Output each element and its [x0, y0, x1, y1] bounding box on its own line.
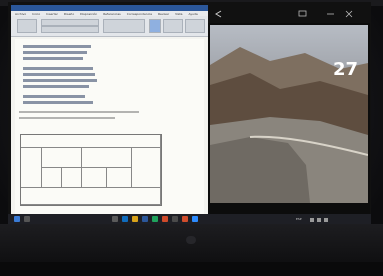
doc-text-line	[23, 85, 89, 88]
font-name-box[interactable]	[41, 19, 99, 26]
menu-home[interactable]: Inicio	[32, 12, 40, 16]
windows-taskbar: ESP	[8, 214, 371, 224]
menu-help[interactable]: Ayuda	[188, 12, 197, 16]
app-icon[interactable]	[182, 216, 188, 222]
paste-button[interactable]	[17, 19, 37, 33]
doc-text-line	[23, 57, 83, 60]
table-row	[21, 187, 161, 205]
powerpoint-icon[interactable]	[162, 216, 168, 222]
document-table	[20, 134, 162, 206]
styles-gallery[interactable]	[163, 19, 183, 33]
doc-heading-line	[19, 111, 139, 113]
tray-language[interactable]: ESP	[296, 217, 302, 221]
player-title-bar	[208, 5, 370, 23]
doc-text-line	[23, 101, 93, 104]
media-player-icon[interactable]	[172, 216, 178, 222]
paragraph-group[interactable]	[103, 19, 145, 33]
mountain-road-scene	[210, 47, 368, 203]
doc-text-line	[23, 79, 97, 82]
doc-text-line	[23, 51, 87, 54]
font-format-buttons[interactable]	[41, 26, 99, 33]
table-cell	[106, 167, 132, 188]
document-page[interactable]	[15, 39, 204, 215]
speed-readout: 27	[332, 59, 358, 80]
menu-file[interactable]: Archivo	[15, 12, 26, 16]
cast-icon[interactable]	[298, 10, 308, 18]
doc-heading-line	[19, 117, 115, 119]
app-icon[interactable]	[192, 216, 198, 222]
task-view-icon[interactable]	[112, 216, 118, 222]
video-player-window: 27	[208, 5, 370, 214]
edge-icon[interactable]	[122, 216, 128, 222]
table-cell	[131, 147, 161, 188]
menu-layout[interactable]: Disposición	[80, 12, 97, 16]
menu-design[interactable]: Diseño	[64, 12, 74, 16]
close-icon[interactable]	[344, 10, 354, 18]
start-icon[interactable]	[14, 216, 20, 222]
word-icon[interactable]	[142, 216, 148, 222]
back-arrow-icon[interactable]	[214, 10, 224, 18]
editing-group[interactable]	[185, 19, 205, 33]
laptop-hinge	[0, 262, 383, 276]
menu-insert[interactable]: Insertar	[46, 12, 58, 16]
tray-icons[interactable]	[310, 217, 334, 223]
table-cell	[21, 147, 42, 188]
menu-references[interactable]: Referencias	[103, 12, 121, 16]
word-window: Archivo Inicio Insertar Diseño Disposici…	[11, 5, 208, 216]
table-cell	[41, 167, 62, 188]
table-cell	[41, 147, 82, 168]
style-button[interactable]	[149, 19, 161, 33]
table-cell	[81, 167, 107, 188]
table-cell	[61, 167, 82, 188]
doc-text-line	[23, 45, 91, 48]
laptop-logo	[186, 236, 196, 244]
laptop-screen: Archivo Inicio Insertar Diseño Disposici…	[8, 2, 371, 224]
video-frame-mountain-road[interactable]: 27	[210, 25, 368, 203]
file-explorer-icon[interactable]	[132, 216, 138, 222]
menu-view[interactable]: Vista	[175, 12, 182, 16]
doc-text-line	[23, 67, 93, 70]
minimize-icon[interactable]	[326, 10, 336, 18]
excel-icon[interactable]	[152, 216, 158, 222]
menu-mailings[interactable]: Correspondencia	[127, 12, 152, 16]
photo-of-laptop-screen: Archivo Inicio Insertar Diseño Disposici…	[0, 0, 383, 276]
doc-text-line	[23, 73, 95, 76]
word-ribbon	[11, 16, 208, 37]
menu-review[interactable]: Revisar	[158, 12, 169, 16]
table-cell	[81, 147, 132, 168]
search-icon[interactable]	[24, 216, 30, 222]
doc-text-line	[23, 95, 85, 98]
